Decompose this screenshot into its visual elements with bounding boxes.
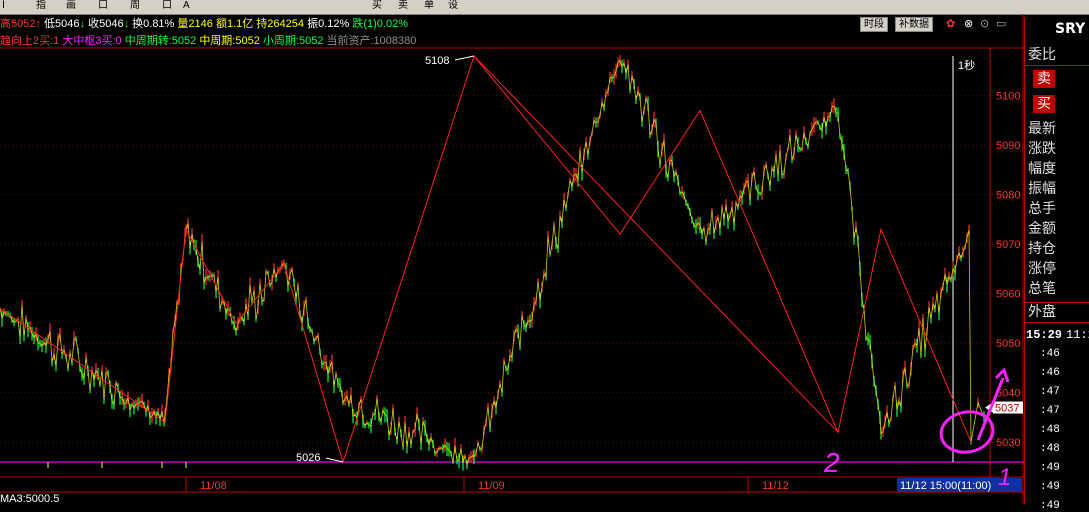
y-tick-label-7: 5030: [996, 437, 1020, 449]
quote-label-2: 买: [1033, 95, 1055, 113]
tick-time-3: :47: [1040, 405, 1060, 417]
y-tick-label-5: 5050: [996, 338, 1020, 350]
quote-label-12: 外盘: [1028, 304, 1056, 320]
y-tick-label-4: 5060: [996, 289, 1020, 301]
last-price-label: 5037: [995, 403, 1019, 415]
quote-label-5: 幅度: [1028, 161, 1056, 177]
high-pointer: [454, 55, 475, 61]
x-tick-label-1: 11/09: [478, 480, 505, 492]
tick-time-7: :49: [1040, 481, 1060, 493]
quote-label-1: 卖: [1033, 70, 1055, 88]
symbol-label: SRY: [1055, 21, 1086, 37]
y-tick-label-1: 5090: [996, 140, 1020, 152]
tick-time-2: :47: [1040, 386, 1060, 398]
quote-label-10: 涨停: [1028, 261, 1056, 277]
annotations: 5108 5026 1秒 5037 11/12 15:00(11:00) MA3:5000…: [0, 55, 1023, 504]
y-axis-labels: 51005090508050705060505050405030: [996, 91, 1020, 450]
ma3-label: MA3:5000.5: [0, 493, 59, 504]
tick-time-0: :46: [1040, 348, 1060, 360]
tick-time-1: :46: [1040, 367, 1060, 379]
price-series: [0, 55, 985, 471]
x-tick-label-0: 11/08: [200, 480, 227, 492]
quote-label-9: 持仓: [1028, 241, 1056, 257]
quote-label-6: 振幅: [1028, 181, 1056, 197]
tick-time-4: :48: [1040, 424, 1060, 436]
zigzag-path: [0, 54, 972, 464]
quote-label-8: 金额: [1028, 221, 1056, 237]
quote-label-0: 委比: [1028, 47, 1056, 63]
handwritten-1: 1: [998, 464, 1011, 491]
y-tick-label-3: 5070: [996, 239, 1020, 251]
y-tick-label-0: 5100: [996, 91, 1020, 103]
x-tick-label-2: 11/12: [762, 480, 789, 492]
quote-label-3: 最新: [1028, 121, 1056, 137]
quote-label-7: 总手: [1028, 201, 1056, 217]
tick-time-8: :49: [1040, 500, 1060, 512]
y-tick-label-2: 5080: [996, 190, 1020, 202]
interval-label: 1秒: [958, 58, 975, 72]
price-chart[interactable]: 51005090508050705060505050405030 11/08 11…: [0, 0, 1024, 504]
tick-time-header-2: 11:2: [1066, 328, 1089, 342]
chart-grid: [0, 14, 1024, 504]
status-time-label: 11/12 15:00(11:00): [900, 480, 991, 492]
quote-label-4: 涨跌: [1028, 141, 1056, 157]
tick-time-header: 15:29: [1026, 328, 1063, 342]
handwritten-2: 2: [823, 447, 840, 478]
high-annotation: 5108: [425, 55, 449, 67]
zigzag-line: [0, 54, 972, 464]
tick-time-6: :49: [1040, 462, 1060, 474]
tick-time-5: :48: [1040, 443, 1060, 455]
quote-label-11: 总笔: [1028, 281, 1056, 297]
low-annotation: 5026: [296, 452, 320, 464]
